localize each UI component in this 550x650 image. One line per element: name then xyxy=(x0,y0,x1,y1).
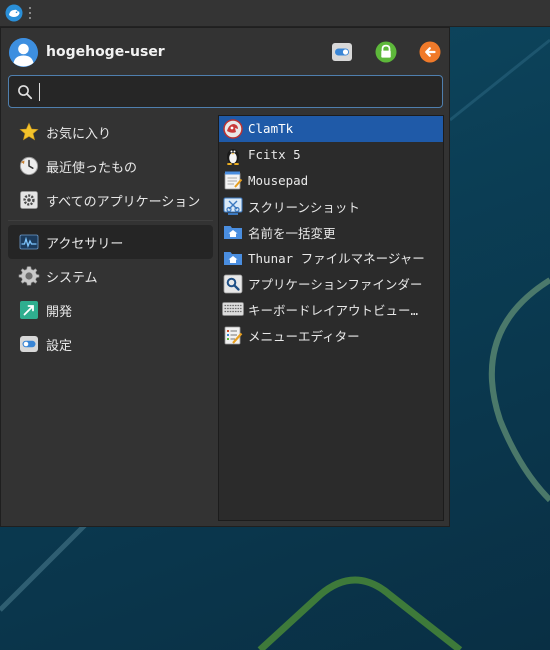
keyboard-icon xyxy=(222,298,244,320)
username: hogehoge-user xyxy=(46,44,165,60)
app-item-menu-editor[interactable]: メニューエディター xyxy=(219,322,443,348)
category-settings[interactable]: 設定 xyxy=(8,327,213,361)
category-list: お気に入り 最近使ったもの すべてのアプリケーション アクセサリー システム 開… xyxy=(8,115,213,361)
app-item-keyboard-layout-viewer[interactable]: キーボードレイアウトビュー… xyxy=(219,297,443,323)
folder-icon xyxy=(222,221,244,243)
category-all-apps[interactable]: すべてのアプリケーション xyxy=(8,183,213,217)
app-item-mousepad[interactable]: Mousepad xyxy=(219,168,443,194)
app-item-screenshot[interactable]: スクリーンショット xyxy=(219,193,443,219)
category-label: 開発 xyxy=(46,304,73,320)
app-finder-icon xyxy=(222,273,244,295)
app-label: メニューエディター xyxy=(248,328,360,344)
penguin-icon xyxy=(222,144,244,166)
app-label: 名前を一括変更 xyxy=(248,225,336,241)
star-icon xyxy=(18,121,40,143)
gear-icon xyxy=(18,265,40,287)
app-label: ClamTk xyxy=(248,121,294,137)
header-actions xyxy=(331,41,441,63)
panel-drag-handle[interactable] xyxy=(29,7,33,19)
category-accessories[interactable]: アクセサリー xyxy=(8,225,213,259)
category-recent[interactable]: 最近使ったもの xyxy=(8,149,213,183)
app-item-app-finder[interactable]: アプリケーションファインダー xyxy=(219,271,443,297)
settings-toggle-icon xyxy=(18,333,40,355)
app-item-clamtk[interactable]: ClamTk xyxy=(219,116,443,142)
category-label: 最近使ったもの xyxy=(46,160,138,176)
search-input[interactable] xyxy=(39,79,442,104)
top-panel xyxy=(0,0,550,27)
whisker-menu: hogehoge-user お気に入り 最近使ったもの すべてのアプリケーション… xyxy=(0,27,450,527)
application-list: ClamTk Fcitx 5 Mousepad スクリーンショット 名前を一括変… xyxy=(218,115,444,521)
category-development[interactable]: 開発 xyxy=(8,293,213,327)
text-caret xyxy=(39,83,40,101)
all-apps-icon xyxy=(18,189,40,211)
development-icon xyxy=(18,299,40,321)
category-favorites[interactable]: お気に入り xyxy=(8,115,213,149)
category-label: システム xyxy=(46,270,98,286)
app-item-thunar[interactable]: Thunar ファイルマネージャー xyxy=(219,245,443,271)
menu-editor-icon xyxy=(222,324,244,346)
text-editor-icon xyxy=(222,169,244,191)
search-field[interactable] xyxy=(8,75,443,108)
folder-icon xyxy=(222,247,244,269)
user-avatar-icon xyxy=(9,37,38,67)
app-label: キーボードレイアウトビュー… xyxy=(248,302,419,318)
recent-clock-icon xyxy=(18,155,40,177)
app-label: アプリケーションファインダー xyxy=(248,277,423,293)
app-label: スクリーンショット xyxy=(248,199,360,215)
whisker-menu-icon[interactable] xyxy=(3,2,25,24)
clamtk-icon xyxy=(222,118,244,140)
search-icon xyxy=(18,84,33,99)
screenshot-icon xyxy=(222,195,244,217)
app-item-fcitx5[interactable]: Fcitx 5 xyxy=(219,142,443,168)
category-system[interactable]: システム xyxy=(8,259,213,293)
category-label: 設定 xyxy=(46,338,73,354)
app-label: Thunar ファイルマネージャー xyxy=(248,251,425,267)
settings-toggle-icon[interactable] xyxy=(331,41,353,63)
app-item-bulk-rename[interactable]: 名前を一括変更 xyxy=(219,219,443,245)
app-label: Fcitx 5 xyxy=(248,147,301,163)
category-label: すべてのアプリケーション xyxy=(46,194,201,210)
category-separator xyxy=(8,220,213,221)
app-label: Mousepad xyxy=(248,172,309,188)
lock-icon[interactable] xyxy=(375,41,397,63)
accessories-icon xyxy=(18,231,40,253)
logout-arrow-icon[interactable] xyxy=(419,41,441,63)
menu-header: hogehoge-user xyxy=(9,37,441,67)
category-label: アクセサリー xyxy=(46,236,124,252)
category-label: お気に入り xyxy=(46,126,112,142)
